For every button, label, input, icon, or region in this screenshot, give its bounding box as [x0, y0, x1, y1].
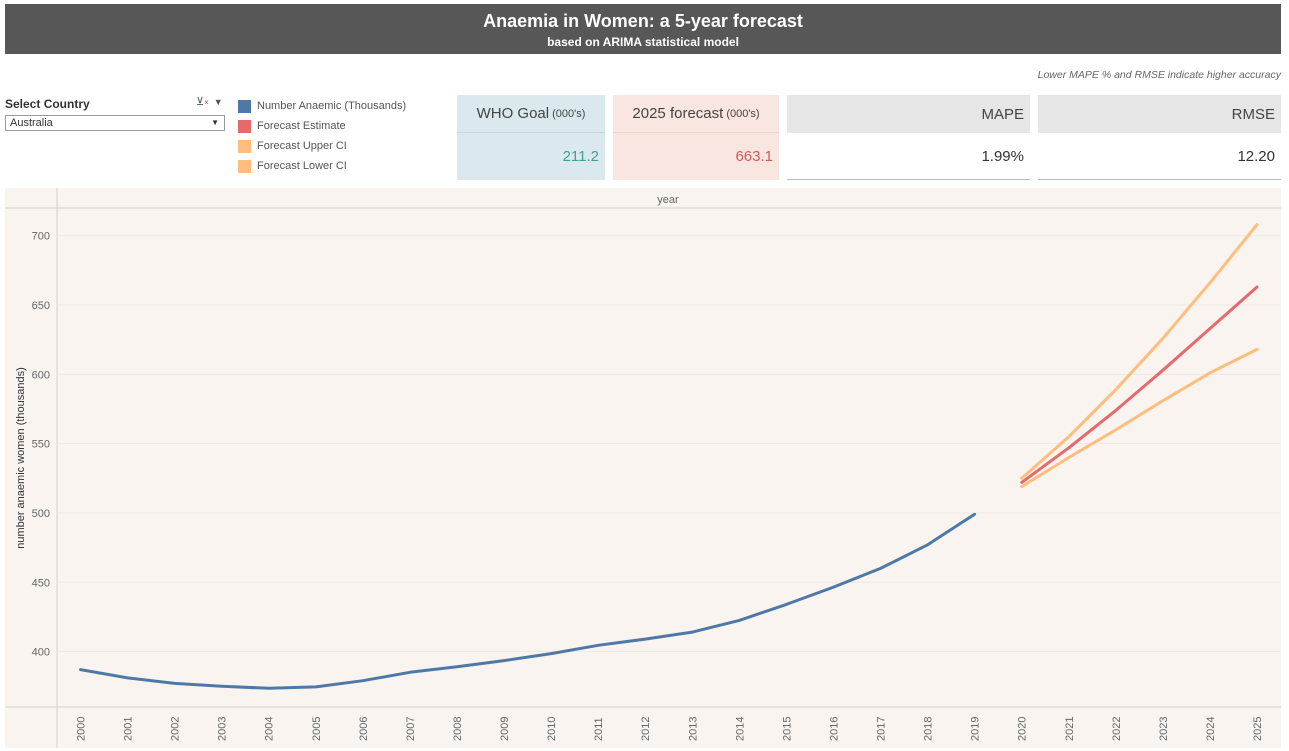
- x-tick-label: 2007: [405, 717, 417, 741]
- y-tick-label: 700: [32, 231, 50, 243]
- y-tick-label: 550: [32, 439, 50, 451]
- x-tick-label: 2003: [217, 717, 229, 741]
- y-tick-label: 650: [32, 300, 50, 312]
- x-tick-label: 2019: [970, 717, 982, 741]
- y-tick-label: 450: [32, 577, 50, 589]
- x-tick-label: 2010: [546, 717, 558, 741]
- x-tick-label: 2014: [734, 717, 746, 741]
- x-tick-label: 2001: [123, 717, 135, 741]
- x-tick-label: 2002: [170, 717, 182, 741]
- y-tick-label: 400: [32, 647, 50, 659]
- line-chart: year number anaemic women (thousands) 40…: [5, 188, 1281, 748]
- x-tick-label: 2017: [876, 717, 888, 741]
- x-tick-label: 2006: [358, 717, 370, 741]
- x-tick-label: 2008: [452, 717, 464, 741]
- x-tick-label: 2015: [781, 717, 793, 741]
- y-axis-title: number anaemic women (thousands): [15, 367, 27, 549]
- x-tick-label: 2025: [1252, 717, 1264, 741]
- x-tick-label: 2012: [640, 717, 652, 741]
- x-tick-label: 2018: [923, 717, 935, 741]
- x-tick-label: 2016: [828, 717, 840, 741]
- y-tick-label: 500: [32, 508, 50, 520]
- x-tick-label: 2023: [1158, 717, 1170, 741]
- x-tick-label: 2022: [1111, 717, 1123, 741]
- x-tick-label: 2009: [499, 717, 511, 741]
- x-tick-label: 2005: [311, 717, 323, 741]
- x-tick-label: 2013: [687, 717, 699, 741]
- x-tick-label: 2024: [1205, 717, 1217, 741]
- x-tick-label: 2021: [1064, 717, 1076, 741]
- y-tick-label: 600: [32, 369, 50, 381]
- x-tick-label: 2000: [76, 717, 88, 741]
- chart-background: [5, 188, 1281, 748]
- x-tick-label: 2020: [1017, 717, 1029, 741]
- x-tick-label: 2004: [264, 717, 276, 741]
- x-axis-title: year: [657, 194, 679, 206]
- x-tick-label: 2011: [593, 717, 605, 741]
